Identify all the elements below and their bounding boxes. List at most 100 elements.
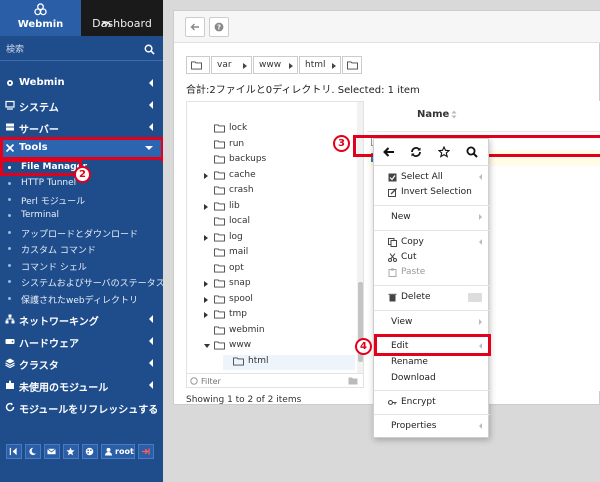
caret-right-icon[interactable] (204, 281, 208, 287)
sidebar-subitem-upload-download[interactable]: アップロードとダウンロード (0, 225, 163, 241)
caret-right-icon[interactable] (204, 312, 208, 318)
menu-item-rename[interactable]: Rename (374, 355, 490, 370)
tree-item[interactable]: cache (204, 169, 355, 184)
caret-right-icon[interactable] (204, 235, 208, 241)
caret-right-icon[interactable] (204, 297, 208, 303)
favorites-button[interactable] (63, 444, 79, 459)
sidebar-item-label: 未使用のモジュール (19, 383, 109, 394)
sidebar-subitem-protected-web-dirs[interactable]: 保護されたwebディレクトリ (0, 291, 163, 307)
menu-item-encrypt[interactable]: Encrypt (374, 395, 490, 410)
tree-item[interactable]: local (204, 215, 355, 230)
tree-item[interactable]: snap (204, 277, 355, 292)
caret-right-icon[interactable] (204, 173, 208, 179)
tree-item[interactable]: webmin (204, 324, 355, 339)
sidebar-subitem-label: Perl モジュール (21, 197, 86, 207)
tree-item[interactable]: backups (204, 153, 355, 168)
column-header-name[interactable]: Name (417, 109, 457, 120)
menu-item-cut[interactable]: Cut (374, 250, 490, 265)
menu-item-properties[interactable]: Properties (374, 419, 490, 434)
layers-icon (5, 358, 15, 368)
sidebar-item-hardware[interactable]: ハードウェア (0, 331, 163, 351)
caret-right-icon (243, 63, 247, 69)
tree-item-selected[interactable]: html (223, 355, 355, 370)
sidebar-item-unused-modules[interactable]: 未使用のモジュール (0, 375, 163, 395)
breadcrumb-root[interactable] (186, 56, 210, 74)
search-icon[interactable] (144, 44, 155, 55)
tree-item[interactable]: opt (204, 262, 355, 277)
search-input[interactable] (0, 39, 163, 61)
sidebar-item-label: サーバー (19, 125, 59, 136)
user-group-icon (104, 447, 113, 456)
menu-item-delete[interactable]: Delete (374, 290, 490, 305)
tree-filter-input[interactable] (201, 375, 341, 387)
tree-item-var[interactable]: var (187, 102, 357, 109)
refresh-icon[interactable] (410, 146, 422, 158)
messages-button[interactable] (44, 444, 60, 459)
tree-item[interactable]: spool (204, 293, 355, 308)
search-icon[interactable] (466, 146, 478, 158)
back-button[interactable] (185, 17, 205, 37)
folder-open-icon (233, 357, 244, 366)
tree-item[interactable]: crash (204, 184, 355, 199)
back-arrow-icon[interactable] (383, 146, 395, 158)
folder-icon (214, 217, 225, 226)
breadcrumb-folder-button[interactable] (342, 56, 362, 74)
menu-item-invert-selection[interactable]: Invert Selection (374, 185, 490, 200)
dashboard-tab-label: Dashboard (92, 17, 152, 30)
tree-item[interactable]: log (204, 231, 355, 246)
sidebar-item-system[interactable]: システム (0, 95, 163, 115)
sidebar-subitem-perl-modules[interactable]: Perl モジュール (0, 192, 163, 208)
menu-item-select-all[interactable]: Select All (374, 170, 490, 185)
chevron-left-icon (149, 79, 153, 87)
breadcrumb-segment[interactable]: www (253, 56, 298, 74)
menu-item-new[interactable]: New (374, 210, 490, 225)
collapse-sidebar-button[interactable] (6, 444, 22, 459)
webmin-tab-label: Webmin (17, 19, 64, 30)
menu-item-download[interactable]: Download (374, 371, 490, 386)
star-icon[interactable] (438, 146, 450, 158)
moon-icon (29, 447, 37, 456)
sidebar-item-cluster[interactable]: クラスタ (0, 353, 163, 373)
logout-button[interactable] (138, 444, 154, 459)
help-icon: ? (214, 22, 224, 32)
night-mode-button[interactable] (25, 444, 41, 459)
envelope-icon (47, 448, 56, 455)
user-name: root (115, 447, 134, 456)
menu-item-paste[interactable]: Paste (374, 265, 490, 280)
sidebar-item-server[interactable]: サーバー (0, 117, 163, 137)
sidebar-subitem-command-shell[interactable]: コマンド シェル (0, 258, 163, 274)
tree-item[interactable]: tmp (204, 308, 355, 323)
tree-item[interactable]: mail (204, 246, 355, 261)
tree-item-label: tmp (229, 309, 248, 319)
sidebar-item-webmin[interactable]: Webmin (0, 73, 163, 93)
highlight-tools (0, 137, 164, 160)
menu-item-view[interactable]: View (374, 315, 490, 330)
sidebar-subitem-custom-commands[interactable]: カスタム コマンド (0, 241, 163, 257)
tree-item[interactable]: lock (204, 122, 355, 137)
theme-button[interactable] (82, 444, 98, 459)
caret-right-icon (479, 214, 482, 220)
caret-right-icon[interactable] (204, 204, 208, 210)
refresh-icon (5, 402, 15, 412)
gear-icon (7, 80, 13, 86)
caret-left-icon (479, 174, 482, 180)
sidebar: Webmin Dashboard Webmin システム サーバー (0, 0, 165, 482)
breadcrumb-segment[interactable]: html (299, 56, 341, 74)
key-icon (388, 399, 397, 406)
star-icon (66, 447, 75, 456)
sidebar-item-refresh-modules[interactable]: モジュールをリフレッシュする (0, 397, 163, 417)
sidebar-item-networking[interactable]: ネットワーキング (0, 309, 163, 329)
sidebar-subitem-terminal[interactable]: Terminal (0, 208, 163, 224)
annotation-number-3: 3 (333, 135, 350, 152)
breadcrumb-segment[interactable]: var (211, 56, 252, 74)
user-button[interactable]: root (101, 444, 135, 459)
help-button[interactable]: ? (209, 17, 229, 37)
tree-item-label: www (229, 340, 252, 350)
menu-item-copy[interactable]: Copy (374, 235, 490, 250)
dashboard-tab[interactable]: Dashboard (81, 0, 163, 36)
webmin-tab[interactable]: Webmin (0, 0, 81, 36)
tree-item[interactable]: lib (204, 200, 355, 215)
caret-down-icon[interactable] (204, 344, 210, 348)
tree-item[interactable]: www (204, 339, 355, 354)
sidebar-subitem-system-status[interactable]: システムおよびサーバのステータス (0, 274, 165, 290)
